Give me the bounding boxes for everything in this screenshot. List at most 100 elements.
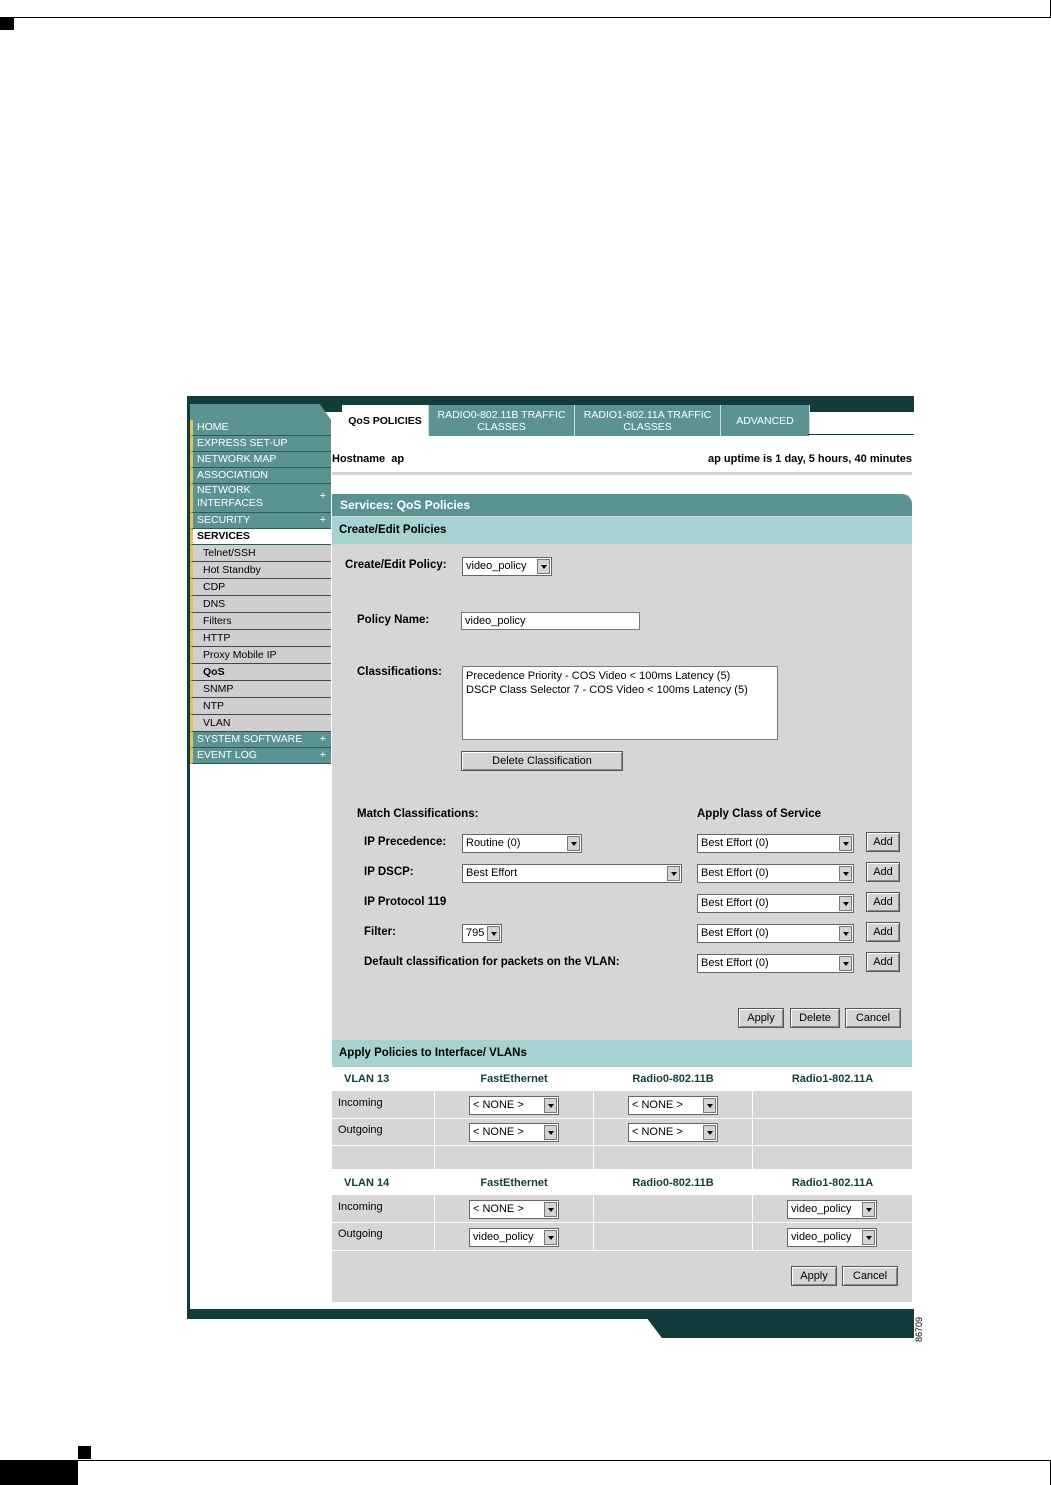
- vlan13-col-fastethernet: FastEthernet: [435, 1067, 593, 1091]
- nav-sub-cdp[interactable]: CDP: [190, 579, 331, 596]
- select-value: < NONE >: [632, 1099, 683, 1111]
- nav-sub-ntp[interactable]: NTP: [190, 698, 331, 715]
- nav-item-system-software[interactable]: SYSTEM SOFTWARE +: [190, 732, 331, 748]
- create-edit-policy-label: Create/Edit Policy:: [345, 559, 447, 571]
- select-value: Best Effort (0): [701, 927, 769, 939]
- vlan13-r0-incoming-select[interactable]: < NONE >: [628, 1096, 718, 1115]
- nav-item-home[interactable]: HOME: [190, 420, 331, 436]
- page-bottom-rule: [0, 1460, 1051, 1461]
- nav-item-label: NETWORK INTERFACES: [197, 484, 263, 509]
- nav-item-label: SECURITY: [197, 514, 251, 526]
- expand-plus-icon[interactable]: +: [320, 513, 326, 528]
- nav-item-association[interactable]: ASSOCIATION: [190, 468, 331, 484]
- nav-item-label: EVENT LOG: [197, 749, 257, 761]
- filter-select[interactable]: 795: [462, 924, 502, 943]
- nav-item-label: HOME: [197, 421, 229, 433]
- cos-select-default[interactable]: Best Effort (0): [697, 954, 854, 973]
- chevron-down-icon: [862, 1230, 875, 1245]
- cos-select-ip-dscp[interactable]: Best Effort (0): [697, 864, 854, 883]
- tab-radio0-traffic-classes[interactable]: RADIO0-802.11B TRAFFIC CLASSES: [429, 405, 575, 436]
- nav-item-express-setup[interactable]: EXPRESS SET-UP: [190, 436, 331, 452]
- vlan14-fe-outgoing-select[interactable]: video_policy: [469, 1228, 559, 1247]
- select-value: Best Effort: [466, 867, 518, 879]
- nav-item-event-log[interactable]: EVENT LOG +: [190, 748, 331, 764]
- nav-item-label: ASSOCIATION: [197, 469, 268, 481]
- expand-plus-icon[interactable]: +: [320, 490, 326, 503]
- vlan14-fe-incoming-select[interactable]: < NONE >: [469, 1200, 559, 1219]
- classifications-list[interactable]: Precedence Priority - COS Video < 100ms …: [462, 666, 778, 740]
- add-ip-protocol-button[interactable]: Add: [866, 892, 900, 912]
- vlan-cancel-button[interactable]: Cancel: [842, 1266, 898, 1286]
- vlan14-r1-outgoing-select[interactable]: video_policy: [787, 1228, 877, 1247]
- ip-dscp-select[interactable]: Best Effort: [462, 864, 682, 883]
- vlan13-fe-incoming-select[interactable]: < NONE >: [469, 1096, 559, 1115]
- select-value: video_policy: [466, 560, 527, 572]
- nav-sub-hot-standby[interactable]: Hot Standby: [190, 562, 331, 579]
- sidebar-nav: HOME EXPRESS SET-UP NETWORK MAP ASSOCIAT…: [190, 404, 331, 764]
- ip-precedence-select[interactable]: Routine (0): [462, 834, 582, 853]
- table-divider: [332, 1145, 912, 1146]
- expand-plus-icon[interactable]: +: [320, 748, 326, 763]
- nav-sub-filters[interactable]: Filters: [190, 613, 331, 630]
- select-value: < NONE >: [473, 1203, 524, 1215]
- list-item[interactable]: DSCP Class Selector 7 - COS Video < 100m…: [466, 683, 774, 697]
- vlan13-fe-outgoing-select[interactable]: < NONE >: [469, 1123, 559, 1142]
- vlan13-name: VLAN 13: [332, 1067, 434, 1091]
- nav-sub-proxy-mobile-ip[interactable]: Proxy Mobile IP: [190, 647, 331, 664]
- apply-cos-label: Apply Class of Service: [697, 808, 821, 820]
- chevron-down-icon: [667, 866, 680, 881]
- cos-select-ip-protocol[interactable]: Best Effort (0): [697, 894, 854, 913]
- chevron-down-icon: [544, 1125, 557, 1140]
- nav-sub-telnet-ssh[interactable]: Telnet/SSH: [190, 545, 331, 562]
- policy-name-input[interactable]: video_policy: [461, 612, 640, 630]
- match-classifications-label: Match Classifications:: [357, 808, 479, 820]
- apply-button[interactable]: Apply: [738, 1008, 784, 1028]
- nav-item-network-map[interactable]: NETWORK MAP: [190, 452, 331, 468]
- tab-qos-policies[interactable]: QoS POLICIES: [342, 405, 429, 436]
- tab-advanced[interactable]: ADVANCED: [721, 405, 810, 436]
- add-filter-button[interactable]: Add: [866, 922, 900, 942]
- table-divider: [332, 1118, 912, 1119]
- select-value: video_policy: [473, 1231, 534, 1243]
- create-edit-policy-select[interactable]: video_policy: [462, 557, 552, 576]
- vlan-apply-button[interactable]: Apply: [791, 1266, 837, 1286]
- select-value: Routine (0): [466, 837, 521, 849]
- nav-item-security[interactable]: SECURITY +: [190, 513, 331, 529]
- add-ip-dscp-button[interactable]: Add: [866, 862, 900, 882]
- nav-item-services[interactable]: SERVICES: [190, 529, 331, 545]
- delete-classification-button[interactable]: Delete Classification: [461, 751, 623, 771]
- vlan14-r1-incoming-select[interactable]: video_policy: [787, 1200, 877, 1219]
- panel-title: Services: QoS Policies: [332, 494, 912, 516]
- nav-item-network-interfaces[interactable]: NETWORK INTERFACES +: [190, 484, 331, 513]
- list-item[interactable]: Precedence Priority - COS Video < 100ms …: [466, 669, 774, 683]
- add-ip-precedence-button[interactable]: Add: [866, 832, 900, 852]
- nav-item-label: SERVICES: [197, 530, 250, 542]
- nav-sub-snmp[interactable]: SNMP: [190, 681, 331, 698]
- page-bottom-mark: [78, 1446, 91, 1459]
- chevron-down-icon: [537, 559, 550, 574]
- ip-dscp-label: IP DSCP:: [364, 866, 414, 878]
- select-value: < NONE >: [473, 1126, 524, 1138]
- tab-radio1-traffic-classes[interactable]: RADIO1-802.11A TRAFFIC CLASSES: [575, 405, 721, 436]
- delete-button[interactable]: Delete: [790, 1008, 840, 1028]
- select-value: < NONE >: [632, 1126, 683, 1138]
- cancel-button[interactable]: Cancel: [845, 1008, 901, 1028]
- nav-sub-http[interactable]: HTTP: [190, 630, 331, 647]
- nav-sub-vlan[interactable]: VLAN: [190, 715, 331, 732]
- select-value: 795: [466, 927, 485, 939]
- table-divider: [332, 1169, 912, 1171]
- ip-protocol-label: IP Protocol 119: [364, 896, 447, 908]
- expand-plus-icon[interactable]: +: [320, 732, 326, 747]
- nav-sub-qos[interactable]: QoS: [190, 664, 331, 681]
- cos-select-ip-precedence[interactable]: Best Effort (0): [697, 834, 854, 853]
- table-divider: [332, 1250, 912, 1251]
- section-apply-vlans: Apply Policies to Interface/ VLANs: [332, 1040, 912, 1067]
- vlan13-outgoing-label: Outgoing: [338, 1124, 383, 1136]
- vlan13-r0-outgoing-select[interactable]: < NONE >: [628, 1123, 718, 1142]
- nav-sub-dns[interactable]: DNS: [190, 596, 331, 613]
- cos-select-filter[interactable]: Best Effort (0): [697, 924, 854, 943]
- vlan14-col-radio0: Radio0-802.11B: [594, 1171, 752, 1195]
- chevron-down-icon: [839, 896, 852, 911]
- add-default-button[interactable]: Add: [866, 952, 900, 972]
- chevron-down-icon: [862, 1202, 875, 1217]
